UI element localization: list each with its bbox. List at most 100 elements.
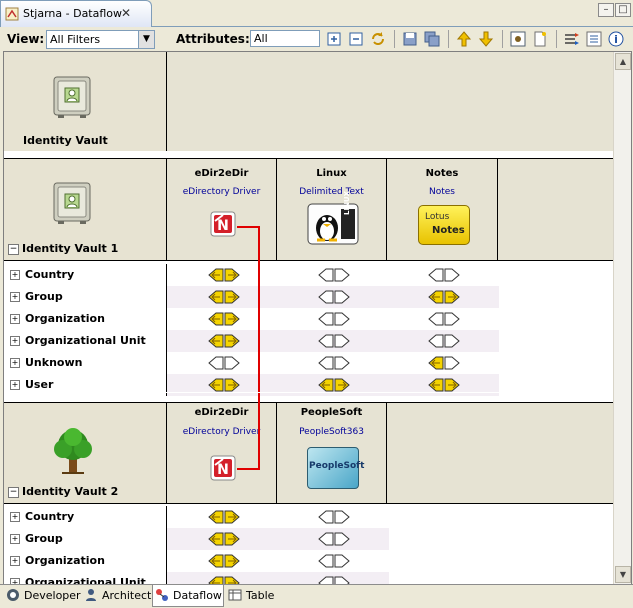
expand-icon[interactable]: + xyxy=(10,292,20,302)
chevron-down-icon[interactable]: ▼ xyxy=(138,31,154,48)
vertical-scrollbar[interactable]: ▲ ▼ xyxy=(613,52,631,584)
flow-none-icon[interactable] xyxy=(318,531,350,547)
svg-text:N: N xyxy=(217,462,229,478)
flow-none-icon[interactable] xyxy=(428,267,460,283)
class-name: Group xyxy=(25,290,63,303)
driver-cell-peoplesoft[interactable]: PeopleSoft PeopleSoft363 PeopleSoft xyxy=(277,403,387,503)
class-label-cell[interactable]: + Organization xyxy=(4,308,167,330)
dataflow-panel: Identity Vault − Identity Vault 1 eDir2e… xyxy=(3,51,632,585)
flow-both-icon[interactable] xyxy=(428,289,460,305)
scroll-up-icon[interactable]: ▲ xyxy=(615,53,631,70)
scroll-down-icon[interactable]: ▼ xyxy=(615,566,631,583)
lotus-text: Lotus xyxy=(425,212,450,222)
tab-dataflow[interactable]: Dataflow xyxy=(152,585,224,607)
driver-type: PeopleSoft363 xyxy=(299,427,364,437)
new-document-icon[interactable] xyxy=(531,30,549,48)
vault-cell[interactable]: − Identity Vault 1 xyxy=(4,159,167,260)
vault-cell[interactable]: Identity Vault xyxy=(4,52,167,151)
expand-icon[interactable]: + xyxy=(10,358,20,368)
flow-left-icon[interactable] xyxy=(428,355,460,371)
maximize-icon[interactable]: □ xyxy=(615,3,631,17)
settings-icon[interactable] xyxy=(509,30,527,48)
class-label-cell[interactable]: + Group xyxy=(4,286,167,308)
flow-none-icon[interactable] xyxy=(318,333,350,349)
save-all-icon[interactable] xyxy=(423,30,441,48)
class-name: Unknown xyxy=(25,356,83,369)
flow-none-icon[interactable] xyxy=(318,311,350,327)
driver-cell-notes-inner: Notes Notes Lotus Notes xyxy=(387,159,498,260)
tab-developer[interactable]: Developer xyxy=(4,585,81,606)
svg-text:N: N xyxy=(217,218,229,234)
class-label-cell[interactable]: + Country xyxy=(4,506,167,528)
minimize-icon[interactable]: – xyxy=(598,3,614,17)
properties-icon[interactable] xyxy=(585,30,603,48)
expand-icon[interactable]: + xyxy=(10,556,20,566)
perspective-tabs: Developer Architect Dataflow Table xyxy=(0,584,633,608)
flow-both-icon[interactable] xyxy=(208,553,240,569)
flow-none-icon[interactable] xyxy=(318,289,350,305)
expand-icon[interactable]: + xyxy=(10,534,20,544)
driver-cell-notes[interactable]: Notes Notes Lotus Notes xyxy=(387,159,613,260)
flow-none-icon[interactable] xyxy=(208,355,240,371)
expand-icon[interactable]: + xyxy=(10,270,20,280)
attributes-input[interactable] xyxy=(250,30,320,47)
flow-both-icon[interactable] xyxy=(208,333,240,349)
flow-both-icon[interactable] xyxy=(208,509,240,525)
toolbar-separator xyxy=(448,30,449,48)
flow-both-icon[interactable] xyxy=(208,267,240,283)
collapse-icon[interactable]: − xyxy=(8,244,19,255)
move-down-icon[interactable] xyxy=(477,30,495,48)
collapse-icon[interactable]: − xyxy=(8,487,19,498)
refresh-icon[interactable] xyxy=(369,30,387,48)
driver-name: Notes xyxy=(425,168,459,179)
tab-label: Table xyxy=(246,589,275,602)
driver-cell-linux[interactable]: Linux Delimited Text LINUX xyxy=(277,159,387,260)
expand-icon[interactable]: + xyxy=(10,336,20,346)
tab-architect[interactable]: Architect xyxy=(82,585,151,606)
flow-both-icon[interactable] xyxy=(208,377,240,393)
view-select[interactable]: All Filters ▼ xyxy=(46,30,155,49)
linux-icon xyxy=(307,203,359,245)
filter-icon[interactable] xyxy=(563,30,581,48)
flow-none-icon[interactable] xyxy=(318,553,350,569)
help-icon[interactable]: i xyxy=(607,30,625,48)
collapse-all-icon[interactable] xyxy=(347,30,365,48)
flow-none-icon[interactable] xyxy=(428,311,460,327)
class-label-cell[interactable]: + Organization xyxy=(4,550,167,572)
tree-icon xyxy=(54,428,92,474)
expand-icon[interactable]: + xyxy=(10,314,20,324)
vault-spacer xyxy=(4,392,613,393)
class-label-cell[interactable]: + Group xyxy=(4,528,167,550)
flow-both-icon[interactable] xyxy=(318,377,350,393)
expand-all-icon[interactable] xyxy=(325,30,343,48)
flow-both-icon[interactable] xyxy=(428,377,460,393)
editor-tab[interactable]: Stjarna - Dataflow ✕ xyxy=(0,0,152,27)
flow-both-icon[interactable] xyxy=(208,531,240,547)
close-icon[interactable]: ✕ xyxy=(119,6,133,20)
driver-cell-edir2edir[interactable]: eDir2eDir eDirectory Driver N xyxy=(167,159,277,260)
peoplesoft-icon: PeopleSoft xyxy=(307,447,364,489)
lotus-notes-icon: Lotus Notes xyxy=(418,205,470,245)
vault-drop-area xyxy=(387,403,613,503)
attributes-label: Attributes: xyxy=(176,32,250,46)
move-up-icon[interactable] xyxy=(455,30,473,48)
class-label-cell[interactable]: + Organizational Unit xyxy=(4,330,167,352)
class-row: + Country xyxy=(4,506,613,528)
flow-none-icon[interactable] xyxy=(318,509,350,525)
tab-table[interactable]: Table xyxy=(226,585,286,606)
driver-type: Notes xyxy=(429,187,455,197)
save-icon[interactable] xyxy=(401,30,419,48)
flow-none-icon[interactable] xyxy=(318,355,350,371)
flow-none-icon[interactable] xyxy=(428,333,460,349)
expand-icon[interactable]: + xyxy=(10,380,20,390)
flow-none-icon[interactable] xyxy=(318,267,350,283)
driver-cell-edir2edir[interactable]: eDir2eDir eDirectory Driver N xyxy=(167,403,277,503)
expand-icon[interactable]: + xyxy=(10,512,20,522)
driver-name: eDir2eDir xyxy=(194,168,249,179)
flow-both-icon[interactable] xyxy=(208,289,240,305)
flow-both-icon[interactable] xyxy=(208,311,240,327)
class-label-cell[interactable]: + Unknown xyxy=(4,352,167,374)
class-label-cell[interactable]: + Country xyxy=(4,264,167,286)
toolbar-separator xyxy=(394,30,395,48)
vault-cell[interactable]: − Identity Vault 2 xyxy=(4,403,167,503)
